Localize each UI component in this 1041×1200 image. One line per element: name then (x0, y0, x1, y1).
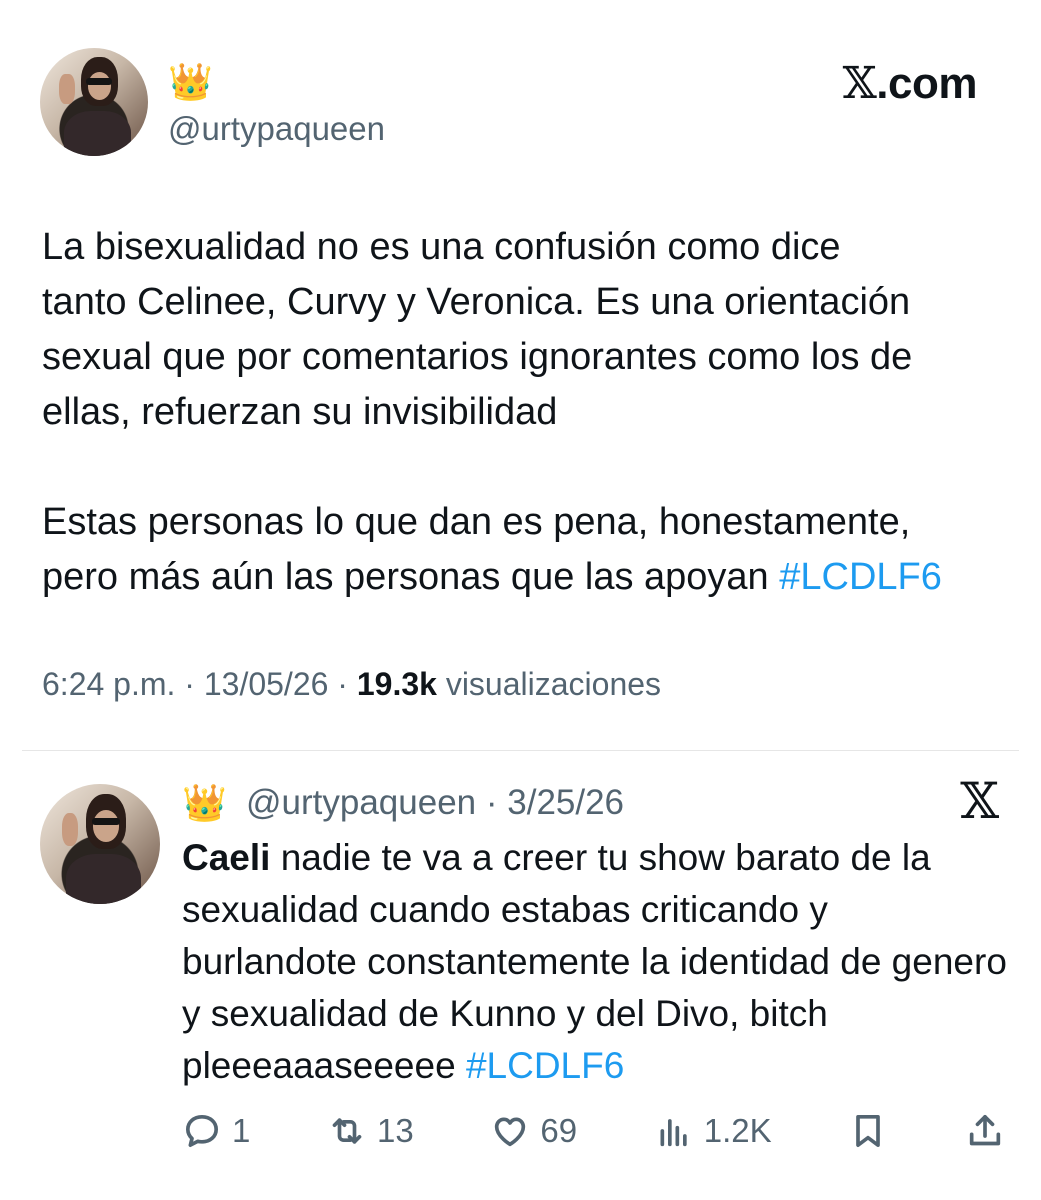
author-handle[interactable]: @urtypaqueen (168, 110, 385, 148)
tweet-paragraph-2: Estas personas lo que dan es pena, hones… (42, 495, 1012, 605)
repost-icon (332, 1118, 362, 1144)
quoted-handle[interactable]: @urtypaqueen (246, 783, 476, 822)
action-bar: 1 13 69 1.2K (182, 1108, 1005, 1154)
x-logo-icon: 𝕏 (842, 58, 877, 109)
repost-count: 13 (377, 1112, 414, 1149)
site-logo-text: .com (876, 59, 977, 108)
crown-emoji: 👑 (168, 61, 213, 102)
crown-emoji: 👑 (182, 782, 227, 823)
share-icon (969, 1115, 1001, 1146)
bookmark-button[interactable] (848, 1111, 888, 1151)
heart-icon (495, 1117, 526, 1147)
tweet-text: La bisexualidad no es una confusión como… (42, 220, 1012, 605)
quoted-header: @urtypaqueen · 3/25/26 (246, 783, 624, 823)
meta-separator: · (476, 783, 508, 822)
meta-separator: · (175, 666, 204, 702)
tweet-date[interactable]: 13/05/26 (204, 666, 329, 702)
mention-name: Caeli (182, 837, 271, 878)
quoted-date[interactable]: 3/25/26 (507, 783, 624, 822)
views-count: 19.3k (356, 666, 437, 702)
repost-button[interactable]: 13 (327, 1111, 414, 1151)
quoted-text: Caeli nadie te va a creer tu show barato… (182, 832, 1012, 1092)
reply-count: 1 (232, 1112, 251, 1149)
meta-separator: · (328, 666, 357, 702)
hashtag-link[interactable]: #LCDLF6 (466, 1045, 624, 1086)
author-avatar[interactable] (40, 48, 148, 156)
views-label: visualizaciones (436, 666, 662, 702)
divider (22, 750, 1019, 751)
like-count: 69 (540, 1112, 578, 1149)
tweet-time[interactable]: 6:24 p.m. (42, 666, 175, 702)
tweet-meta: 6:24 p.m. · 13/05/26 · 19.3k visualizaci… (42, 666, 661, 703)
reply-icon (186, 1115, 219, 1147)
site-logo: 𝕏.com (842, 58, 978, 109)
reply-button[interactable]: 1 (182, 1111, 250, 1151)
tweet-paragraph-1: La bisexualidad no es una confusión como… (42, 226, 913, 433)
x-logo-icon: 𝕏 (960, 772, 999, 830)
analytics-icon (660, 1119, 687, 1147)
view-count: 1.2K (703, 1112, 772, 1149)
views-button[interactable]: 1.2K (654, 1111, 772, 1151)
like-button[interactable]: 69 (490, 1111, 577, 1151)
hashtag-link[interactable]: #LCDLF6 (779, 556, 942, 598)
share-button[interactable] (965, 1111, 1005, 1151)
quoted-author-avatar[interactable] (40, 784, 160, 904)
bookmark-icon (856, 1115, 881, 1147)
